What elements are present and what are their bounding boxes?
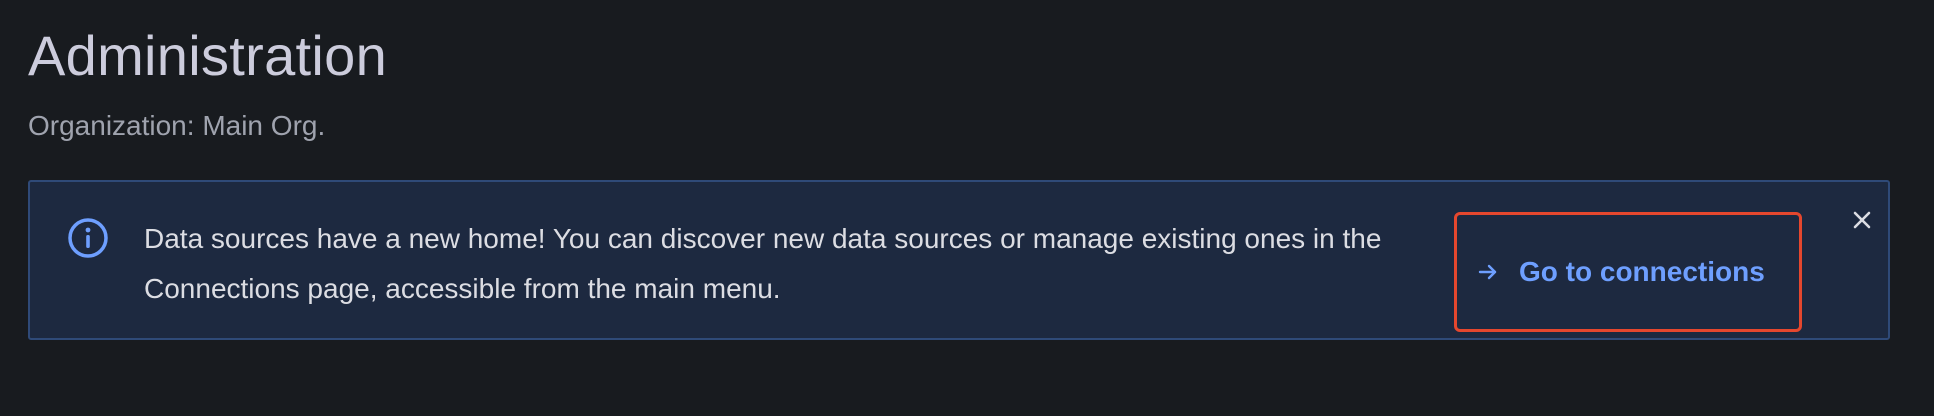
- alert-message: Data sources have a new home! You can di…: [144, 223, 1382, 304]
- page-subtitle: Organization: Main Org.: [28, 110, 326, 141]
- arrow-right-icon: [1477, 261, 1499, 283]
- go-to-connections-button[interactable]: Go to connections: [1454, 212, 1802, 332]
- close-alert-button[interactable]: [1844, 204, 1880, 240]
- info-circle-icon: [66, 216, 110, 260]
- close-icon: [1851, 209, 1873, 236]
- go-to-connections-label: Go to connections: [1519, 256, 1765, 287]
- info-alert: Data sources have a new home! You can di…: [28, 180, 1890, 340]
- page-title: Administration: [28, 24, 388, 87]
